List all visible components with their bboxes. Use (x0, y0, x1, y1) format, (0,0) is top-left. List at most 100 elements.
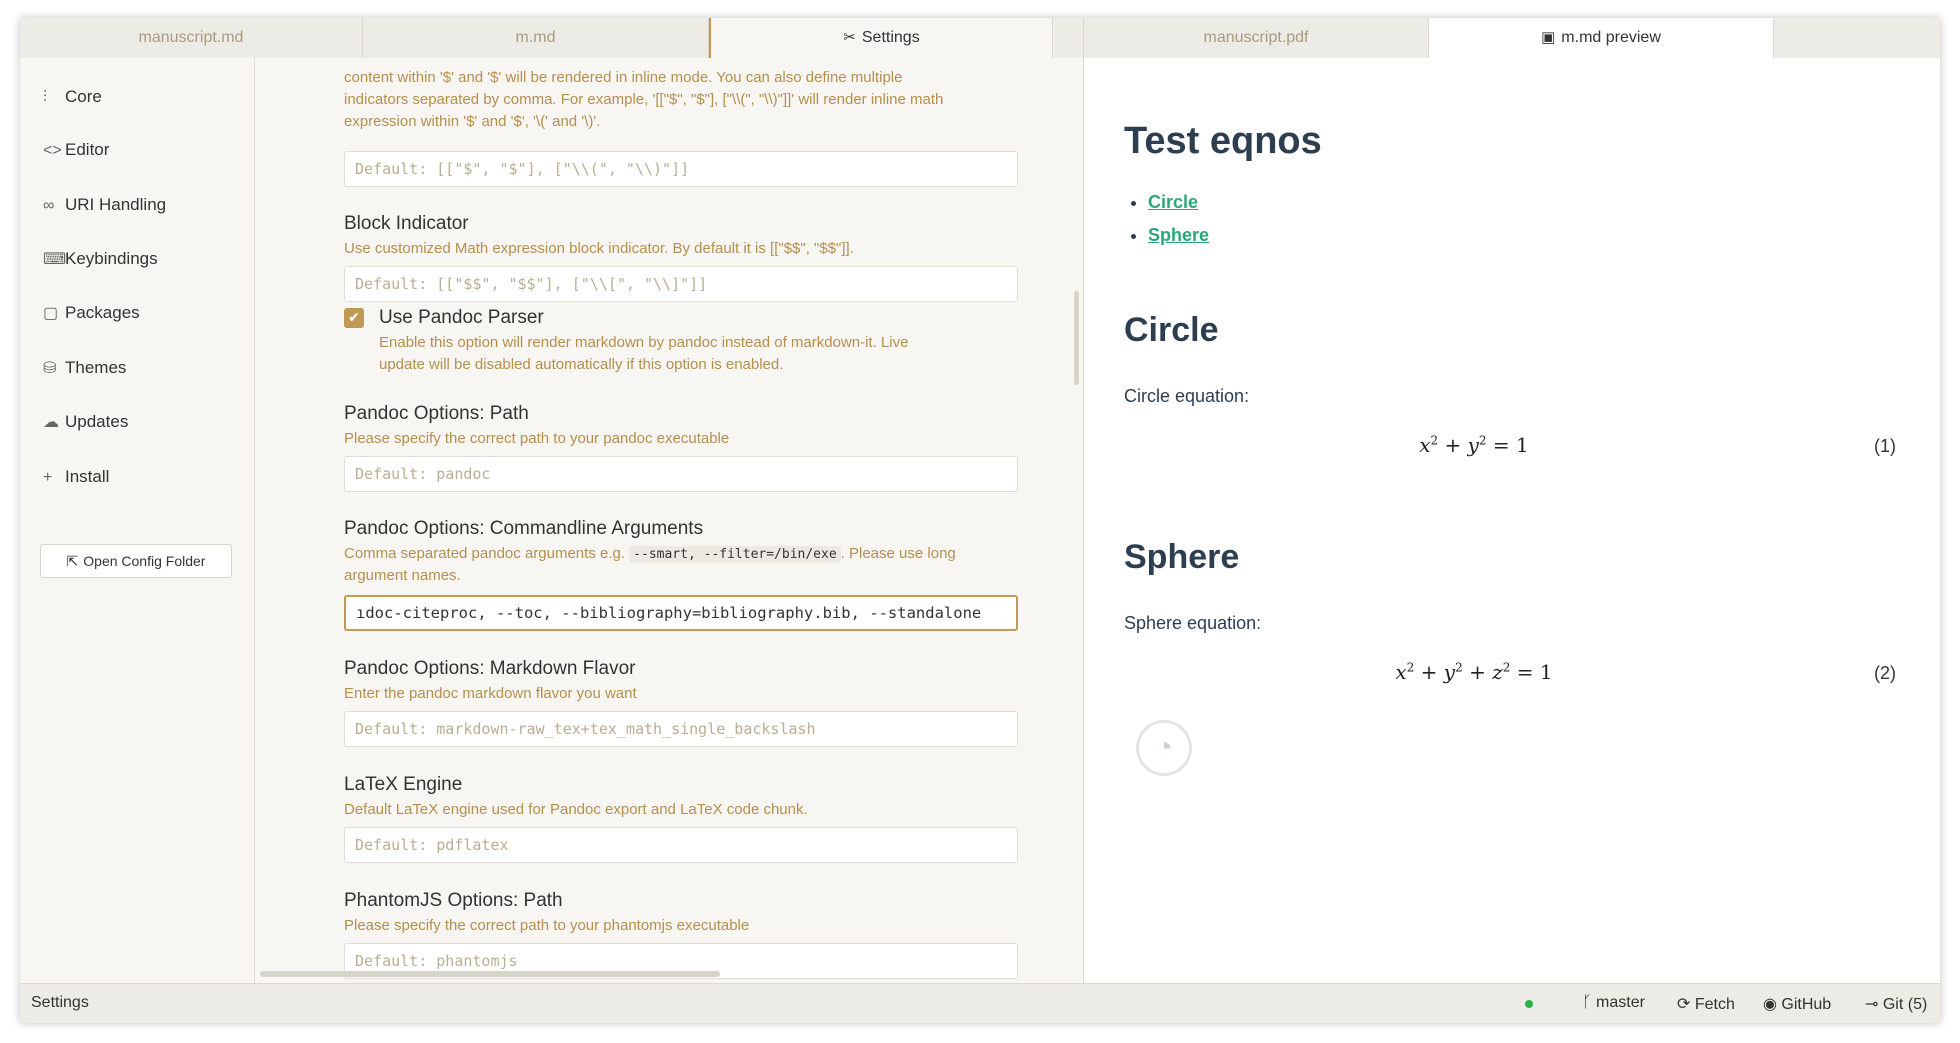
block-indicator-title: Block Indicator (344, 213, 469, 234)
plus-icon: + (43, 469, 53, 486)
git-commit-icon: ⊸ (1865, 996, 1883, 1013)
right-tab-bar: manuscript.pdf ▣ m.md preview (1084, 18, 1940, 59)
pandoc-flavor-input[interactable]: Default: markdown-raw_tex+tex_math_singl… (344, 711, 1018, 747)
sphere-equation-number: (2) (1874, 663, 1896, 683)
tab-label: m.md (515, 29, 556, 46)
sidebar-item-editor[interactable]: <> Editor (43, 135, 109, 165)
pandoc-args-title: Pandoc Options: Commandline Arguments (344, 518, 704, 539)
pandoc-path-title: Pandoc Options: Path (344, 403, 529, 424)
tab-manuscript-md[interactable]: manuscript.md (20, 18, 363, 58)
app-window: manuscript.md m.md ✂ Settings manuscript.… (20, 18, 1940, 1023)
sliders-icon: ⫶ (43, 89, 48, 106)
tab-m-md[interactable]: m.md (363, 18, 709, 58)
sphere-heading: Sphere (1124, 538, 1240, 576)
settings-panel[interactable]: content within '$' and '$' will be rende… (255, 58, 1083, 983)
circle-equation: x2 + y2 = 1 (1419, 433, 1529, 457)
latex-engine-desc: Default LaTeX engine used for Pandoc exp… (344, 801, 808, 818)
cloud-download-icon: ☁ (43, 414, 59, 431)
sidebar-item-label: Packages (65, 303, 140, 322)
latex-engine-title: LaTeX Engine (344, 774, 463, 795)
use-pandoc-parser-desc-2: update will be disabled automatically if… (379, 356, 784, 373)
sidebar-item-label: Editor (65, 140, 110, 159)
git-button[interactable]: ⊸ Git (5) (1865, 994, 1927, 1014)
markdown-preview: Test eqnos Circle Sphere Circle Circle e… (1084, 58, 1940, 983)
latex-engine-input[interactable]: Default: pdflatex (344, 827, 1018, 863)
fetch-label: Fetch (1694, 996, 1735, 1013)
tab-label: Settings (861, 29, 920, 46)
sidebar-item-install[interactable]: + Install (43, 462, 109, 492)
pandoc-args-example-code: --smart, --filter=/bin/exe (629, 546, 841, 563)
toc-link-sphere[interactable]: Sphere (1148, 225, 1209, 245)
tools-icon: ✂ (843, 29, 856, 46)
left-tab-bar: manuscript.md m.md ✂ Settings (20, 18, 1083, 59)
keyboard-icon: ⌨ (43, 251, 67, 268)
pandoc-path-input[interactable]: Default: pandoc (344, 456, 1018, 492)
sphere-equation: x2 + y2 + z2 = 1 (1395, 660, 1553, 684)
status-bar: Settings ᚴ master ⟳ Fetch ◉ GitHub ⊸ Git… (20, 983, 1940, 1023)
sidebar-item-label: Keybindings (65, 249, 158, 268)
block-indicator-input[interactable]: Default: [["$$", "$$"], ["\\[", "\\]"]] (344, 266, 1018, 302)
pandoc-path-desc: Please specify the correct path to your … (344, 430, 730, 447)
tab-m-md-preview[interactable]: ▣ m.md preview (1429, 18, 1774, 58)
use-pandoc-parser-checkbox[interactable]: ✔ (344, 308, 364, 328)
tab-manuscript-pdf[interactable]: manuscript.pdf (1084, 18, 1429, 58)
sidebar-item-keybindings[interactable]: ⌨Keybindings (43, 244, 158, 274)
pandoc-args-desc-2: argument names. (344, 567, 461, 584)
open-config-folder-button[interactable]: ⇱ Open Config Folder (40, 544, 232, 578)
tab-settings[interactable]: ✂ Settings (709, 18, 1053, 58)
link-icon: ∞ (43, 197, 55, 214)
status-current-view[interactable]: Settings (31, 994, 89, 1012)
git-branch-icon: ᚴ (1582, 994, 1597, 1011)
toc-link-circle[interactable]: Circle (1148, 192, 1198, 212)
open-config-label: Open Config Folder (83, 553, 206, 569)
tab-label: manuscript.pdf (1203, 29, 1309, 46)
git-label: Git (5) (1882, 996, 1928, 1013)
sidebar-item-updates[interactable]: ☁ Updates (43, 407, 128, 437)
inline-indicator-desc-1: content within '$' and '$' will be rende… (344, 69, 903, 86)
sidebar-item-packages[interactable]: ▢ Packages (43, 298, 140, 328)
fetch-button[interactable]: ⟳ Fetch (1677, 994, 1735, 1014)
sync-icon: ⟳ (1677, 996, 1695, 1013)
settings-sidebar: ⫶ Core <> Editor ∞ URI Handling ⌨Keybinding… (20, 58, 255, 983)
circle-equation-number: (1) (1874, 436, 1896, 456)
preview-title: Test eqnos (1124, 120, 1322, 162)
sidebar-item-label: Updates (65, 412, 129, 431)
pandoc-args-desc-before: Comma separated pandoc arguments e.g. (344, 545, 625, 562)
sidebar-item-label: Core (65, 87, 102, 106)
github-loading-icon: ◔ (1136, 720, 1192, 776)
check-icon: ✔ (348, 310, 360, 326)
pandoc-args-desc: Comma separated pandoc arguments e.g. --… (344, 543, 1024, 566)
sidebar-item-label: URI Handling (65, 195, 167, 214)
sidebar-item-label: Install (65, 467, 110, 486)
inline-indicator-desc-3: expression within '$' and '$', '\(' and … (344, 113, 601, 130)
use-pandoc-parser-title: Use Pandoc Parser (379, 307, 544, 328)
pandoc-args-input[interactable]: ıdoc-citeproc, --toc, --bibliography=bib… (344, 595, 1018, 631)
inline-indicator-desc-2: indicators separated by comma. For examp… (344, 91, 944, 108)
phantomjs-path-desc: Please specify the correct path to your … (344, 917, 750, 934)
github-label: GitHub (1781, 996, 1832, 1013)
git-branch-button[interactable]: ᚴ master (1582, 994, 1645, 1012)
use-pandoc-parser-desc-1: Enable this option will render markdown … (379, 334, 909, 351)
preview-toc: Circle Sphere (1124, 186, 1209, 252)
github-button[interactable]: ◉ GitHub (1763, 994, 1831, 1014)
inline-indicator-input[interactable]: Default: [["$", "$"], ["\\(", "\\)"]] (344, 151, 1018, 187)
block-indicator-desc: Use customized Math expression block ind… (344, 240, 854, 257)
sidebar-item-core[interactable]: ⫶ Core (43, 82, 102, 112)
pandoc-flavor-title: Pandoc Options: Markdown Flavor (344, 658, 636, 679)
branch-label: master (1596, 994, 1645, 1011)
status-dot-icon (1525, 1000, 1533, 1008)
phantomjs-path-title: PhantomJS Options: Path (344, 890, 563, 911)
tab-label: manuscript.md (138, 29, 244, 46)
horizontal-scrollbar[interactable] (260, 971, 720, 977)
sphere-text: Sphere equation: (1124, 613, 1262, 633)
external-link-icon: ⇱ (66, 553, 79, 569)
circle-text: Circle equation: (1124, 386, 1250, 406)
vertical-scrollbar[interactable] (1074, 291, 1079, 385)
pandoc-args-desc-after: . Please use long (840, 545, 956, 562)
paintcan-icon: ⛁ (43, 360, 57, 377)
list-item: Sphere (1148, 219, 1209, 252)
pandoc-flavor-desc: Enter the pandoc markdown flavor you wan… (344, 685, 637, 702)
sidebar-item-uri-handling[interactable]: ∞ URI Handling (43, 190, 166, 220)
sidebar-item-themes[interactable]: ⛁ Themes (43, 353, 126, 383)
list-item: Circle (1148, 186, 1209, 219)
